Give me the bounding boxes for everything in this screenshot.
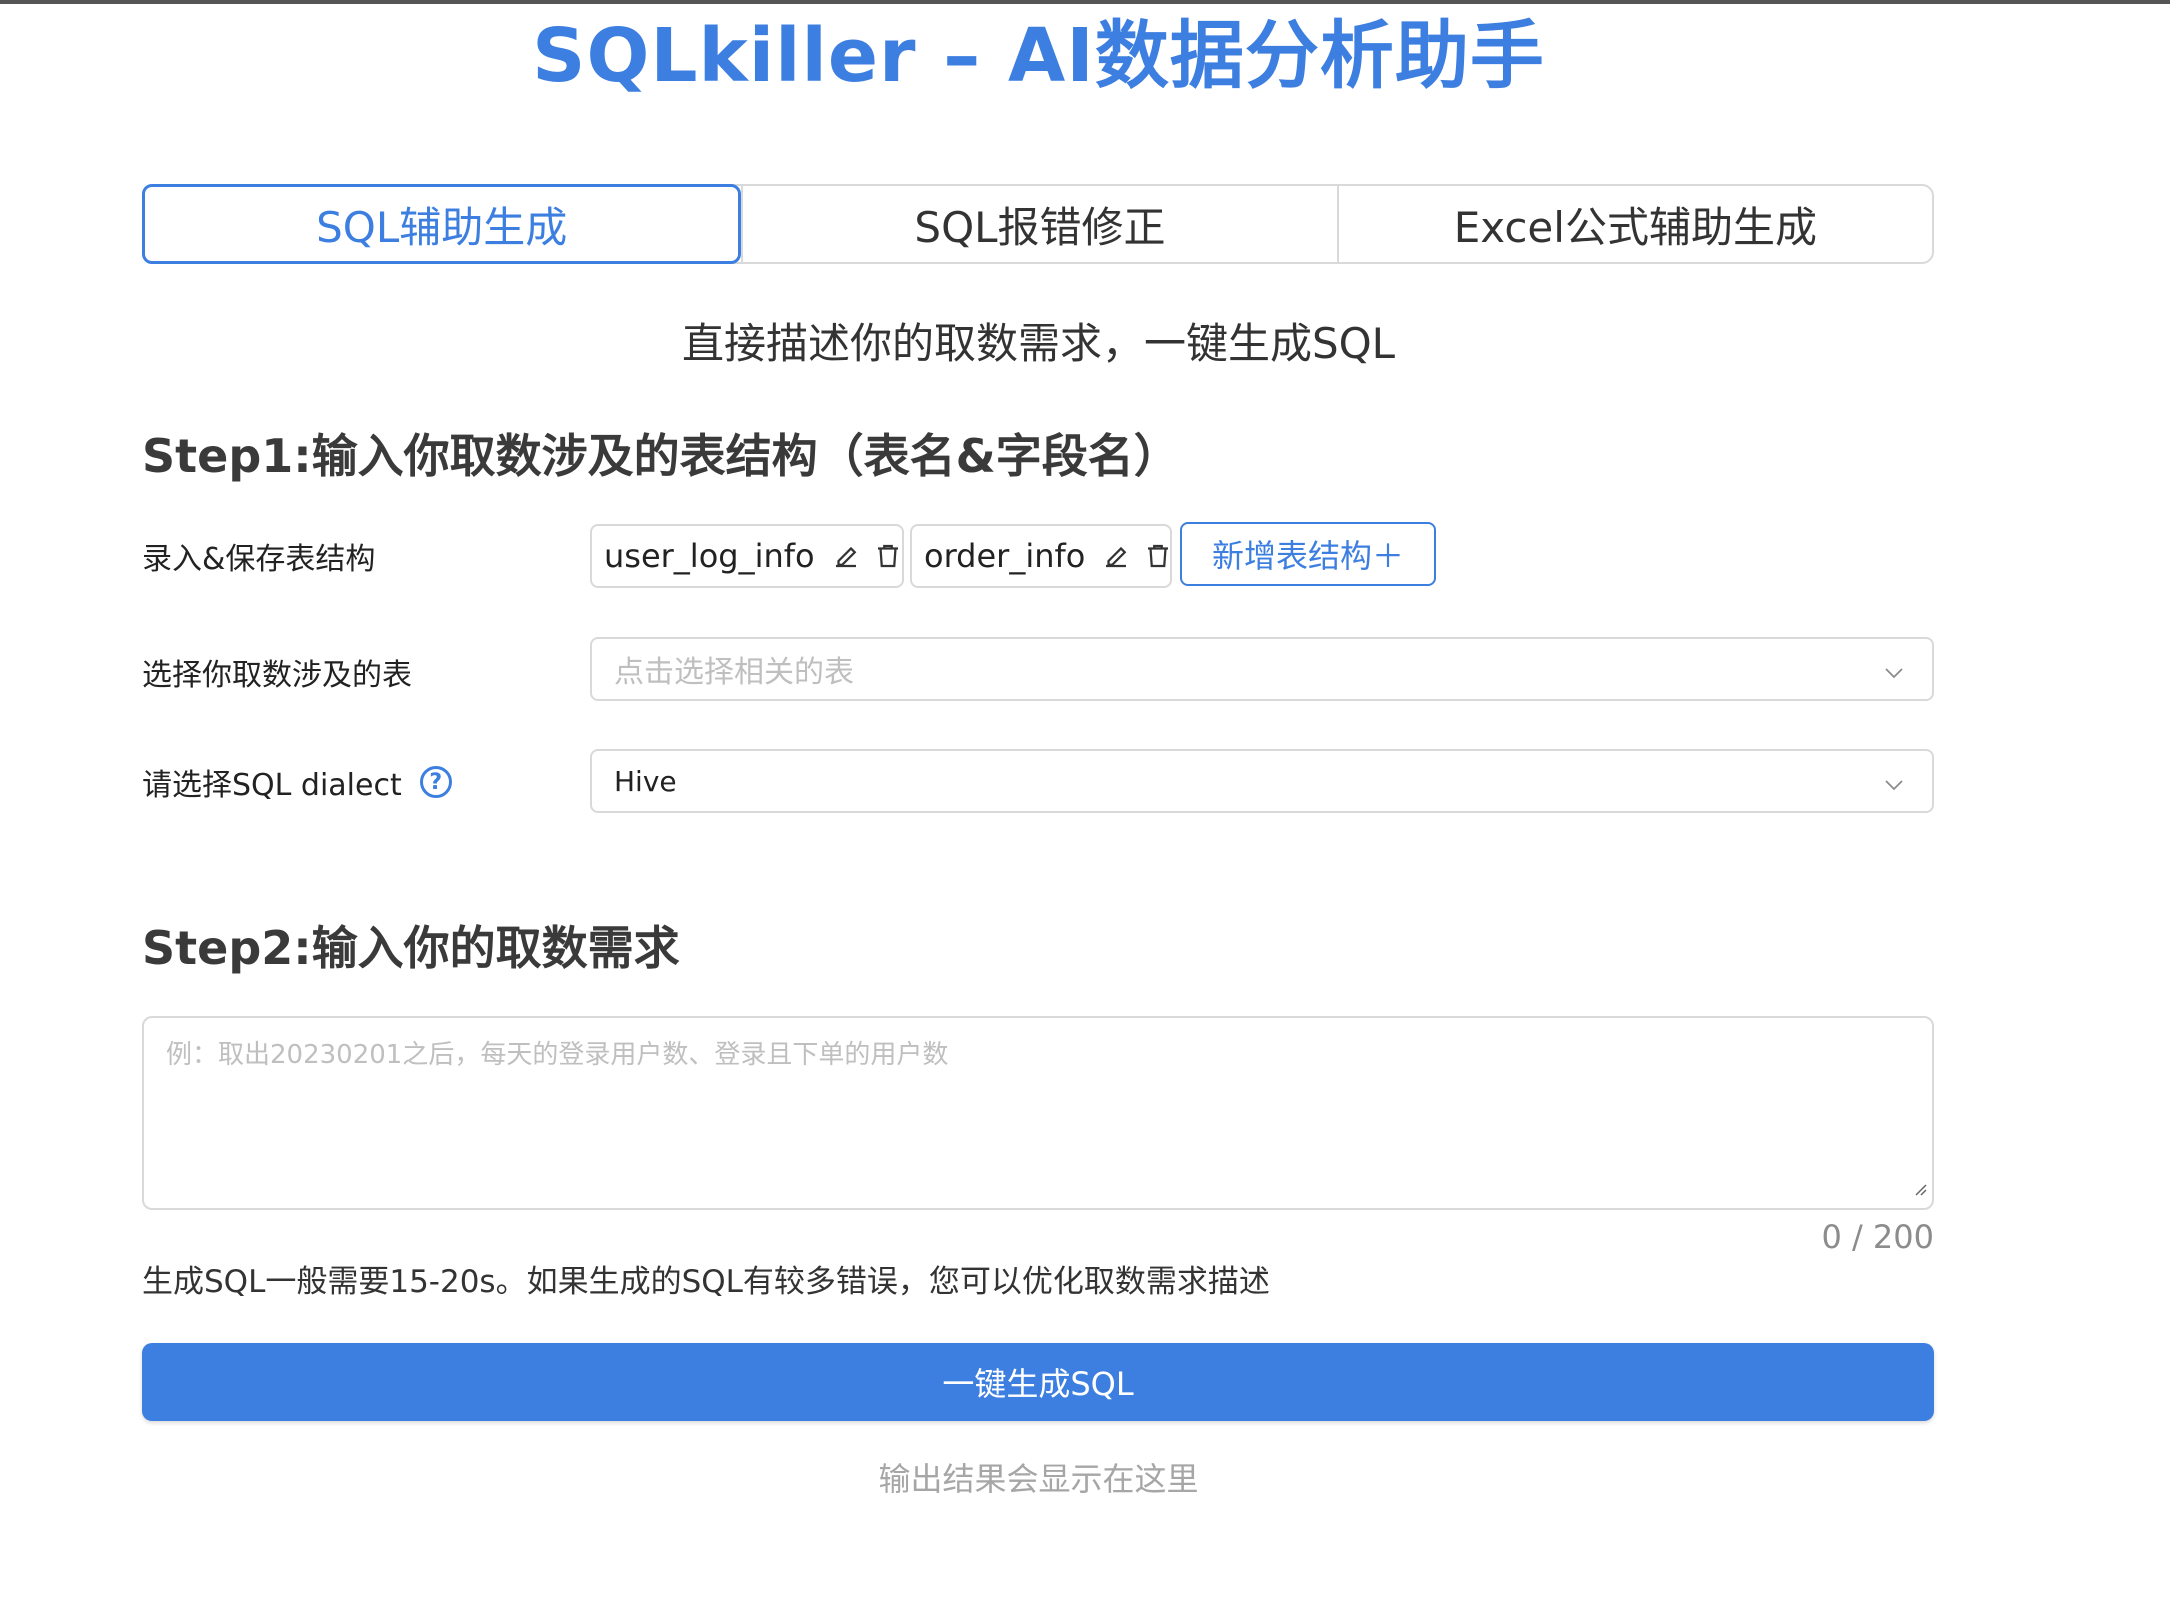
chevron-down-icon — [1882, 771, 1906, 804]
select-tables-label: 选择你取数涉及的表 — [142, 658, 412, 693]
generation-hint: 生成SQL一般需要15-20s。如果生成的SQL有较多错误，您可以优化取数需求描… — [142, 1264, 1270, 1300]
pencil-icon[interactable] — [831, 541, 861, 571]
requirement-placeholder: 例：取出20230201之后，每天的登录用户数、登录且下单的用户数 — [166, 1040, 949, 1070]
output-placeholder: 输出结果会显示在这里 — [878, 1460, 1199, 1498]
tables-label: 录入&保存表结构 — [142, 542, 376, 577]
window-top-border — [0, 0, 2170, 4]
requirement-textarea[interactable]: 例：取出20230201之后，每天的登录用户数、登录且下单的用户数 — [142, 1016, 1934, 1210]
dialect-label: 请选择SQL dialect ? — [142, 760, 452, 804]
question-circle-icon[interactable]: ? — [419, 766, 452, 798]
select-tables-dropdown[interactable]: 点击选择相关的表 — [590, 637, 1934, 701]
tab-sql-generate[interactable]: SQL辅助生成 — [142, 184, 742, 264]
char-counter: 0 / 200 — [1821, 1218, 1934, 1256]
table-chip-name: order_info — [924, 537, 1086, 575]
tab-excel-formula[interactable]: Excel公式辅助生成 — [1336, 186, 1932, 262]
dialect-select[interactable]: Hive — [590, 749, 1934, 813]
step2-title: Step2:输入你的取数需求 — [142, 921, 680, 975]
table-chip-name: user_log_info — [604, 537, 815, 575]
step1-title: Step1:输入你取数涉及的表结构（表名&字段名） — [142, 429, 1180, 483]
mode-tabs: SQL辅助生成 SQL报错修正 Excel公式辅助生成 — [142, 184, 1934, 264]
table-chip-user-log-info[interactable]: user_log_info — [590, 524, 904, 588]
table-chip-order-info[interactable]: order_info — [910, 524, 1172, 588]
resize-handle-icon[interactable] — [1912, 1174, 1928, 1204]
tab-sql-fix[interactable]: SQL报错修正 — [741, 186, 1336, 262]
add-table-button[interactable]: 新增表结构＋ — [1180, 522, 1436, 586]
page-subtitle: 直接描述你的取数需求，一键生成SQL — [681, 319, 1396, 368]
select-tables-placeholder: 点击选择相关的表 — [614, 655, 854, 690]
generate-sql-button[interactable]: 一键生成SQL — [142, 1343, 1934, 1421]
dialect-value: Hive — [614, 764, 677, 798]
trash-icon[interactable] — [1143, 541, 1173, 571]
dialect-label-text: 请选择SQL dialect — [142, 768, 402, 803]
trash-icon[interactable] — [873, 541, 903, 571]
pencil-icon[interactable] — [1101, 541, 1131, 571]
chevron-down-icon — [1882, 659, 1906, 692]
page-title: SQLkiller – AI数据分析助手 — [532, 13, 1545, 99]
